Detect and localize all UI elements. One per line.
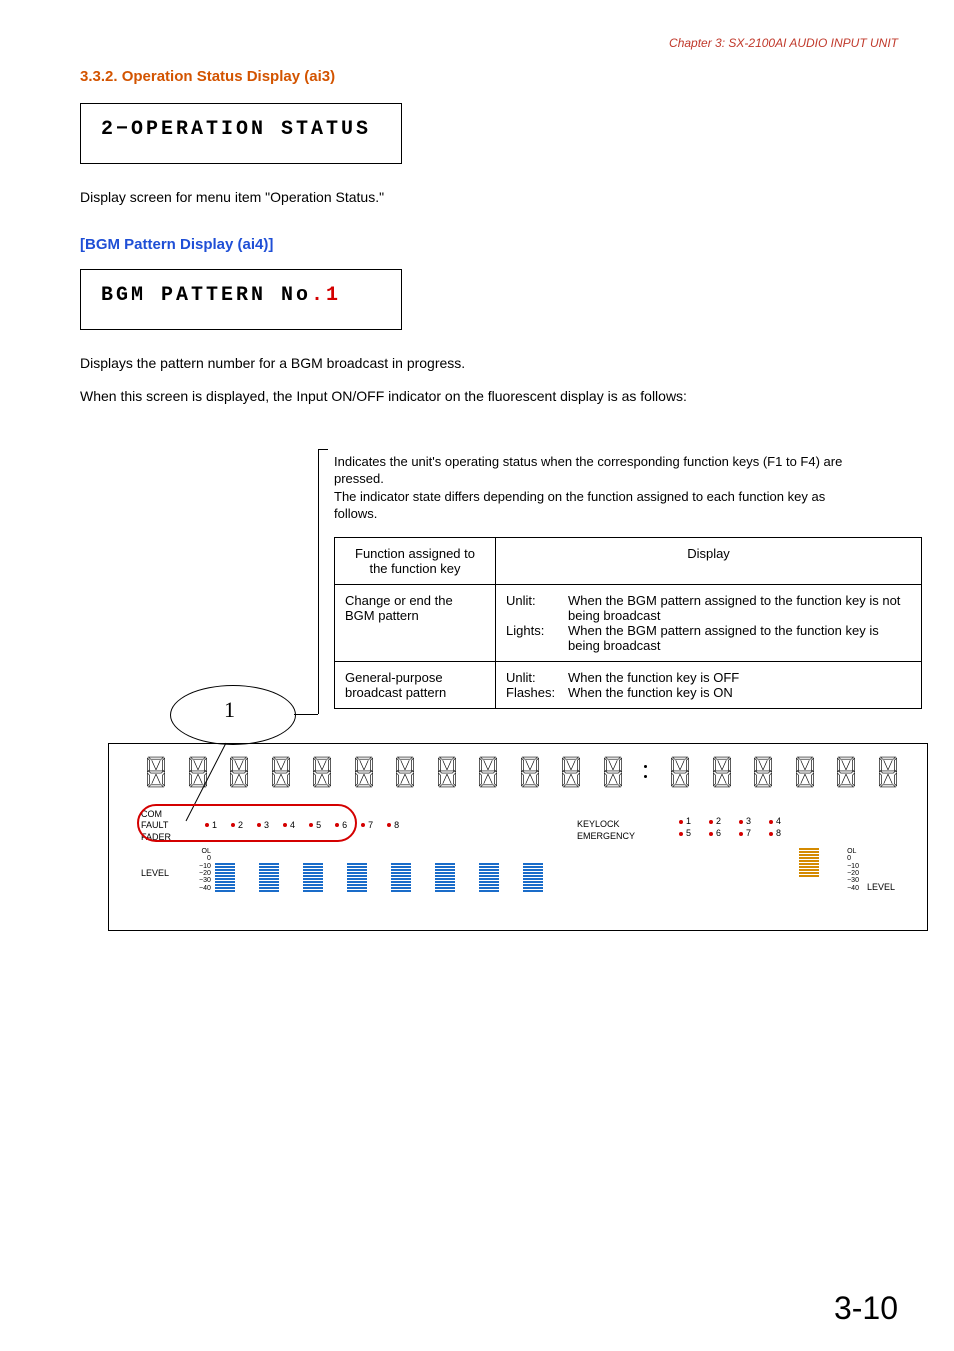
th-display: Display [496, 537, 922, 584]
page-number: 3-10 [834, 1290, 898, 1327]
level-gauge [215, 863, 235, 892]
leader-line [318, 449, 319, 557]
leader-line [318, 449, 328, 450]
indicator-pair: 48 [769, 816, 781, 839]
segment-digit [353, 756, 375, 788]
label-keylock: KEYLOCK [577, 818, 635, 830]
segment-digit [794, 756, 816, 788]
text: When the BGM pattern assigned to the fun… [568, 623, 911, 653]
segment-digit [711, 756, 733, 788]
level-gauge [479, 863, 499, 892]
right-numbers: 15 26 37 48 [679, 816, 781, 839]
leader-line [294, 714, 318, 715]
lcd-bgm-num: 1 [326, 284, 341, 307]
segment-digit [311, 756, 333, 788]
level-gauge [435, 863, 455, 892]
level-gauge [391, 863, 411, 892]
segment-digit [270, 756, 292, 788]
segment-digit [187, 756, 209, 788]
subsection-title: [BGM Pattern Display (ai4)] [80, 236, 898, 253]
label-unlit: Unlit: [506, 670, 568, 685]
gauge [799, 848, 819, 892]
lcd-operation-status: 2−OPERATION STATUS [80, 103, 402, 164]
td-disp-general: Unlit:When the function key is OFF Flash… [496, 661, 922, 708]
indicator-dot: 7 [361, 820, 373, 830]
label-emergency: EMERGENCY [577, 830, 635, 842]
segment-row [145, 756, 899, 788]
segment-digit [752, 756, 774, 788]
callout-number: 1 [224, 697, 235, 723]
body-text: When this screen is displayed, the Input… [80, 387, 898, 407]
body-text: Display screen for menu item "Operation … [80, 188, 898, 208]
text: When the function key is ON [568, 685, 733, 700]
label-level: LEVEL [141, 868, 169, 878]
label-level: LEVEL [867, 882, 895, 892]
label-lights: Lights: [506, 623, 568, 653]
td-disp-bgm: Unlit:When the BGM pattern assigned to t… [496, 584, 922, 661]
segment-digit [560, 756, 582, 788]
text: When the function key is OFF [568, 670, 739, 685]
callout-area: Indicates the unit's operating status wh… [56, 453, 898, 931]
section-title: 3.3.2. Operation Status Display (ai3) [80, 68, 898, 85]
segment-digit [145, 756, 167, 788]
keylock-block: KEYLOCK EMERGENCY [577, 818, 635, 842]
lcd-bgm-dot: . [311, 284, 326, 307]
segment-digit [669, 756, 691, 788]
td-func-general: General-purpose broadcast pattern [335, 661, 496, 708]
level-gauge [523, 863, 543, 892]
lcd-bgm-prefix: BGM PATTERN No [101, 284, 311, 307]
td-func-bgm: Change or end the BGM pattern [335, 584, 496, 661]
segment-digit [602, 756, 624, 788]
segment-digit [228, 756, 250, 788]
text: When the BGM pattern assigned to the fun… [568, 593, 911, 623]
segment-digit [477, 756, 499, 788]
lcd-bgm-pattern: BGM PATTERN No.1 [80, 269, 402, 330]
gauge-row-right: OL0−10−20−30−40 LEVEL [799, 848, 895, 892]
th-function: Function assigned to the function key [335, 537, 496, 584]
display-panel: COM FAULT 12345678 FADER LEVEL KEYLOCK E… [108, 743, 928, 931]
segment-digit [877, 756, 899, 788]
segment-digit [394, 756, 416, 788]
gauge-scale: OL0−10−20−30−40 [199, 848, 211, 892]
body-text: Displays the pattern number for a BGM br… [80, 354, 898, 374]
segment-digit [835, 756, 857, 788]
chapter-heading: Chapter 3: SX-2100AI AUDIO INPUT UNIT [56, 36, 898, 50]
leader-line [318, 557, 319, 714]
gauge-row-left: OL0−10−20−30−40 [199, 848, 567, 892]
highlight-indicator-group [137, 804, 357, 842]
indicator-pair: 15 [679, 816, 691, 839]
gauge-scale: OL0−10−20−30−40 [847, 848, 859, 892]
callout-text: Indicates the unit's operating status wh… [334, 453, 858, 523]
segment-colon [644, 756, 650, 788]
level-gauge [259, 863, 279, 892]
indicator-pair: 26 [709, 816, 721, 839]
level-gauge [303, 863, 323, 892]
label-flashes: Flashes: [506, 685, 568, 700]
segment-digit [436, 756, 458, 788]
function-display-table: Function assigned to the function key Di… [334, 537, 922, 709]
segment-digit [519, 756, 541, 788]
label-unlit: Unlit: [506, 593, 568, 623]
indicator-pair: 37 [739, 816, 751, 839]
level-gauge [347, 863, 367, 892]
indicator-dot: 8 [387, 820, 399, 830]
